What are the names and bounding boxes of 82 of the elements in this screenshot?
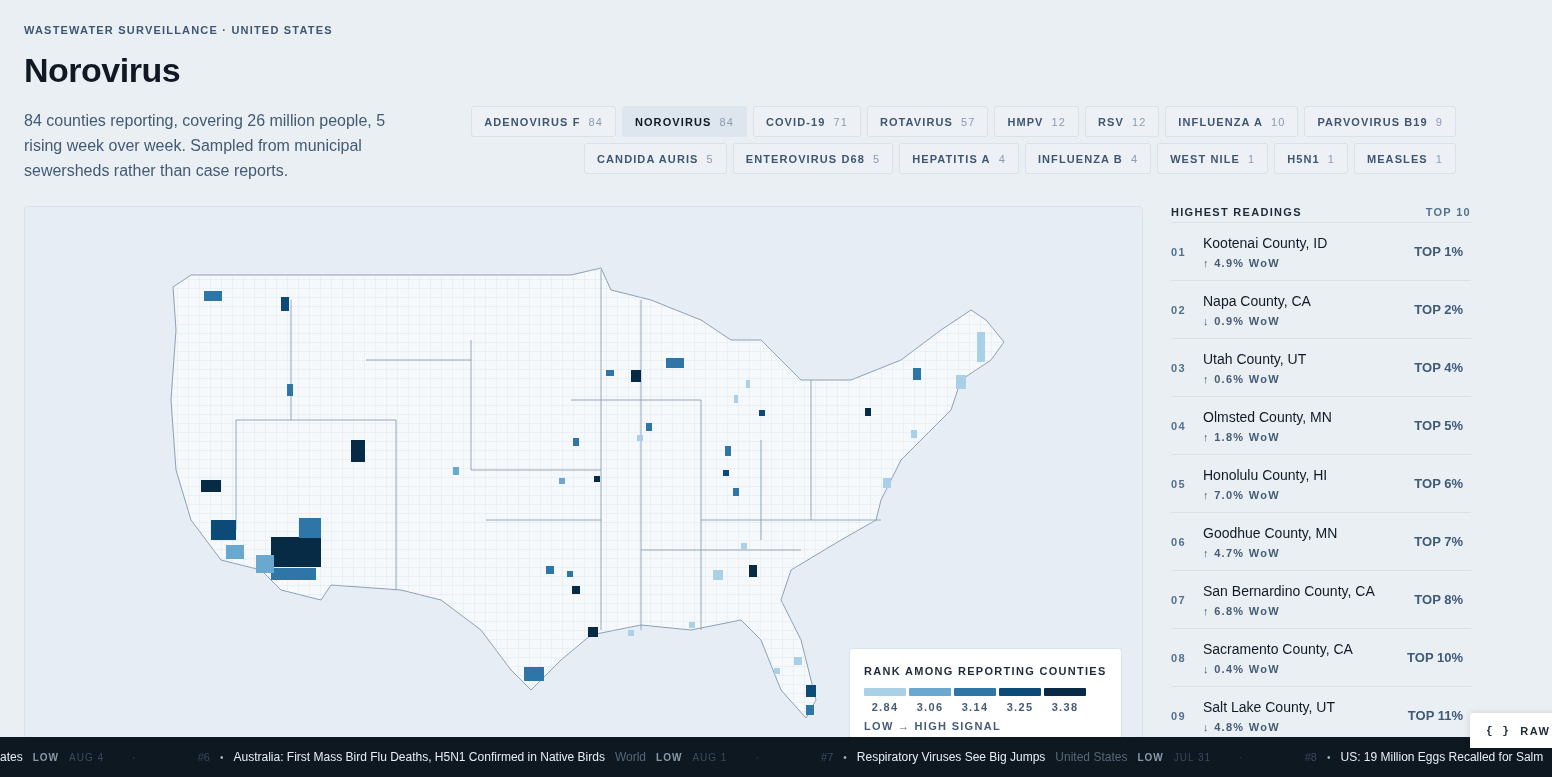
pathogen-tab[interactable]: RSV 12 (1085, 106, 1160, 137)
rank-number: 07 (1171, 593, 1187, 606)
pathogen-tab[interactable]: COVID-19 71 (752, 106, 861, 137)
rank-number: 08 (1171, 651, 1187, 664)
rank-number: 06 (1171, 535, 1187, 548)
county-name: San Bernardino County, CA (1203, 582, 1376, 599)
county-name: Salt Lake County, UT (1203, 698, 1337, 715)
bullet-mark: • (1327, 751, 1331, 763)
separator-dot: · (755, 751, 760, 763)
page-title: Norovirus (24, 51, 181, 90)
news-headline: Australia: First Mass Bird Flu Deaths, H5N1 Confirmed in Native Birds (233, 750, 605, 764)
date-label: JUL 31 (1173, 751, 1212, 763)
section-title: HIGHEST READINGS (1171, 206, 1302, 218)
legend-value: 2.84 (871, 701, 899, 713)
region-label: World (614, 750, 647, 764)
pathogen-tab[interactable]: NOROVIRUS 84 (621, 106, 747, 137)
week-change: ↓ 4.8% WoW (1203, 720, 1281, 733)
week-change: ↑ 7.0% WoW (1203, 488, 1281, 501)
legend-caption: LOW → HIGH SIGNAL (864, 720, 1001, 732)
percentile-label: TOP 5% (1414, 418, 1464, 433)
week-change: ↑ 6.8% WoW (1203, 604, 1281, 617)
pathogen-tab[interactable]: WEST NILE 1 (1157, 143, 1269, 174)
percentile-label: TOP 10% (1407, 650, 1464, 665)
percentile-label: TOP 4% (1414, 360, 1464, 375)
week-change: ↑ 1.8% WoW (1203, 430, 1281, 443)
county-name: Sacramento County, CA (1203, 640, 1354, 657)
percentile-label: TOP 7% (1414, 534, 1464, 549)
legend-value: 3.25 (1006, 701, 1034, 713)
pathogen-tab[interactable]: ADENOVIRUS F 84 (471, 106, 616, 137)
region-label: United States (1055, 750, 1128, 764)
separator-dot: · (132, 751, 136, 763)
rank-number: 09 (1171, 709, 1187, 722)
pathogen-tab[interactable]: ENTEROVIRUS D68 5 (732, 143, 894, 174)
bullet-mark: • (219, 751, 224, 763)
legend-value: 3.38 (1051, 701, 1079, 713)
pathogen-tab[interactable]: MEASLES 1 (1353, 143, 1456, 174)
week-change: ↑ 4.9% WoW (1203, 256, 1281, 269)
percentile-label: TOP 6% (1414, 476, 1464, 491)
date-label: AUG 1 (692, 751, 728, 763)
pathogen-tab[interactable]: PARVOVIRUS B19 9 (1304, 106, 1456, 137)
county-name: Utah County, UT (1203, 350, 1308, 367)
level-label: LOW (1137, 751, 1164, 763)
county-name: Olmsted County, MN (1203, 408, 1333, 425)
percentile-label: TOP 2% (1414, 302, 1464, 317)
raw-data-button[interactable]: { } RAW (1470, 713, 1552, 748)
county-name: Napa County, CA (1203, 292, 1312, 309)
news-headline: US: 19 Million Eggs Recalled for Salm (1340, 750, 1544, 764)
news-headline: Respiratory Viruses See Big Jumps (856, 750, 1046, 764)
news-headline: ates (0, 750, 23, 764)
pathogen-tab[interactable]: INFLUENZA B 4 (1024, 143, 1152, 174)
pathogen-tab[interactable]: H5N1 1 (1274, 143, 1348, 174)
pathogen-tab[interactable]: ROTAVIRUS 57 (866, 106, 989, 137)
county-name: Honolulu County, HI (1203, 466, 1329, 483)
week-change: ↓ 0.9% WoW (1203, 314, 1281, 327)
level-label: LOW (656, 751, 683, 763)
legend-value: 3.06 (916, 701, 944, 713)
rank-number: 03 (1171, 361, 1187, 374)
eyebrow-label: WASTEWATER SURVEILLANCE · UNITED STATES (24, 24, 333, 36)
pathogen-tab[interactable]: INFLUENZA A 10 (1165, 106, 1299, 137)
pathogen-tab[interactable]: HMPV 12 (994, 106, 1079, 137)
level-label: LOW (32, 751, 59, 763)
percentile-label: TOP 11% (1407, 708, 1464, 723)
rank-number: 02 (1171, 303, 1187, 316)
percentile-label: TOP 8% (1414, 592, 1464, 607)
summary-text: 84 counties reporting, covering 26 million people, 5 rising week over week. Sampled from municipal sewersheds rather than case reports. (24, 111, 387, 181)
legend-title: RANK AMONG REPORTING COUNTIES (864, 665, 1107, 677)
week-change: ↑ 0.6% WoW (1203, 372, 1281, 385)
week-change: ↑ 4.7% WoW (1203, 546, 1281, 559)
rank-number: 04 (1171, 419, 1187, 432)
county-name: Kootenai County, ID (1203, 234, 1329, 251)
rank-number: 01 (1171, 245, 1187, 258)
scope-label: TOP 10 (1425, 206, 1471, 218)
rank-number: 05 (1171, 477, 1187, 490)
pathogen-tab[interactable]: CANDIDA AURIS 5 (584, 143, 727, 174)
county-name: Goodhue County, MN (1203, 524, 1339, 541)
bullet-mark: • (843, 751, 847, 763)
separator-dot: · (1239, 751, 1243, 763)
week-change: ↓ 0.4% WoW (1203, 662, 1281, 675)
legend-value: 3.14 (961, 701, 989, 713)
pathogen-tab[interactable]: HEPATITIS A 4 (899, 143, 1019, 174)
date-label: AUG 4 (69, 751, 105, 763)
percentile-label: TOP 1% (1414, 244, 1464, 259)
